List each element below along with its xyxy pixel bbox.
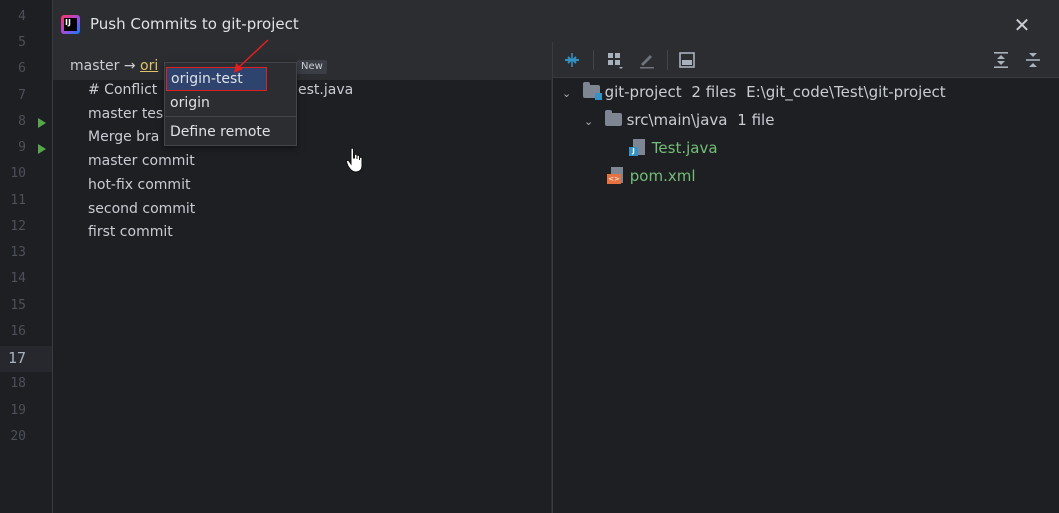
- popup-separator: [165, 116, 296, 117]
- line-number: 16: [10, 324, 26, 339]
- commit-message: second commit: [88, 201, 196, 217]
- module-folder-icon: [582, 82, 602, 100]
- new-badge: New: [297, 60, 327, 74]
- edit-icon[interactable]: [637, 50, 657, 70]
- dialog-title: Push Commits to git-project: [90, 15, 299, 33]
- toolbar-separator: [593, 50, 594, 70]
- group-by-icon[interactable]: [605, 50, 625, 70]
- changed-files-panel: ⌄ git-project 2 files E:\git_code\Test\g…: [552, 42, 1059, 513]
- xml-file-icon: <>: [607, 166, 625, 184]
- files-toolbar: [553, 42, 1059, 78]
- line-number: 18: [10, 376, 26, 391]
- folder-name: src\main\java: [626, 111, 728, 129]
- hand-cursor-icon: [346, 147, 363, 173]
- remote-option-origin-test[interactable]: origin-test: [166, 67, 267, 91]
- collapse-arrows-icon[interactable]: [562, 50, 582, 70]
- line-number: 10: [10, 166, 26, 181]
- line-number: 9: [18, 140, 26, 155]
- remote-popup: origin-test origin Define remote: [164, 62, 297, 146]
- commit-item[interactable]: second commit: [88, 201, 195, 217]
- line-number: 13: [10, 245, 26, 260]
- commit-item[interactable]: first commit: [88, 224, 173, 240]
- java-file-icon: J: [629, 138, 647, 156]
- line-number: 6: [18, 61, 26, 76]
- tree-root-node[interactable]: ⌄ git-project 2 files E:\git_code\Test\g…: [562, 80, 946, 104]
- push-commits-dialog: IJ Push Commits to git-project ✕ master …: [52, 0, 1059, 513]
- run-gutter-icon[interactable]: [38, 144, 46, 154]
- define-remote-option[interactable]: Define remote: [165, 120, 296, 144]
- commit-message: first commit: [88, 224, 173, 240]
- branch-mapping: master → ori: [70, 58, 158, 74]
- tree-file-node[interactable]: J Test.java: [629, 136, 718, 160]
- commit-item[interactable]: master tes: [88, 106, 163, 122]
- commit-item[interactable]: # Conflict est.java: [88, 82, 353, 98]
- line-number: 20: [10, 429, 26, 444]
- commit-message: Merge bra: [88, 129, 160, 145]
- line-number: 7: [18, 88, 26, 103]
- line-number: 5: [18, 35, 26, 50]
- commit-item[interactable]: hot-fix commit: [88, 177, 190, 193]
- expand-all-icon[interactable]: [991, 50, 1011, 70]
- commit-item[interactable]: master commit: [88, 153, 195, 169]
- line-number: 15: [10, 298, 26, 313]
- file-name: pom.xml: [629, 167, 696, 185]
- line-number: 17: [7, 349, 26, 367]
- root-name: git-project: [604, 83, 682, 101]
- commits-panel: master → ori New # Conflict est.java maste…: [53, 52, 551, 513]
- root-path: E:\git_code\Test\git-project: [746, 83, 946, 101]
- line-number: 11: [10, 193, 26, 208]
- line-number: 19: [10, 403, 26, 418]
- file-name: Test.java: [651, 139, 718, 157]
- commit-item[interactable]: Merge bra: [88, 129, 159, 145]
- commit-message: hot-fix commit: [88, 177, 191, 193]
- commit-message: master commit: [88, 153, 195, 169]
- chevron-down-icon[interactable]: ⌄: [562, 82, 572, 106]
- local-branch: master: [70, 58, 120, 74]
- line-number: 14: [10, 271, 26, 286]
- remote-selector-link[interactable]: ori: [140, 58, 158, 74]
- tree-file-node[interactable]: <> pom.xml: [607, 164, 696, 188]
- remote-option-origin[interactable]: origin: [165, 91, 296, 115]
- close-button[interactable]: ✕: [1011, 14, 1033, 36]
- run-gutter-icon[interactable]: [38, 118, 46, 128]
- collapse-all-icon[interactable]: [1023, 50, 1043, 70]
- line-number: 8: [18, 114, 26, 129]
- chevron-down-icon[interactable]: ⌄: [584, 110, 594, 134]
- intellij-logo-icon: IJ: [61, 15, 80, 34]
- save-icon[interactable]: [677, 50, 697, 70]
- tree-folder-node[interactable]: ⌄ src\main\java 1 file: [584, 108, 774, 132]
- branch-arrow: →: [123, 58, 136, 74]
- folder-icon: [604, 110, 622, 126]
- branch-row: master → ori New: [53, 52, 551, 80]
- toolbar-separator: [667, 50, 668, 70]
- folder-file-count: 1 file: [737, 111, 775, 129]
- root-file-count: 2 files: [691, 83, 737, 101]
- commit-message-tail: est.java: [298, 82, 354, 98]
- line-number: 4: [18, 9, 26, 24]
- commit-message: # Conflict: [88, 82, 158, 98]
- line-number: 12: [10, 219, 26, 234]
- commit-message: master tes: [88, 106, 164, 122]
